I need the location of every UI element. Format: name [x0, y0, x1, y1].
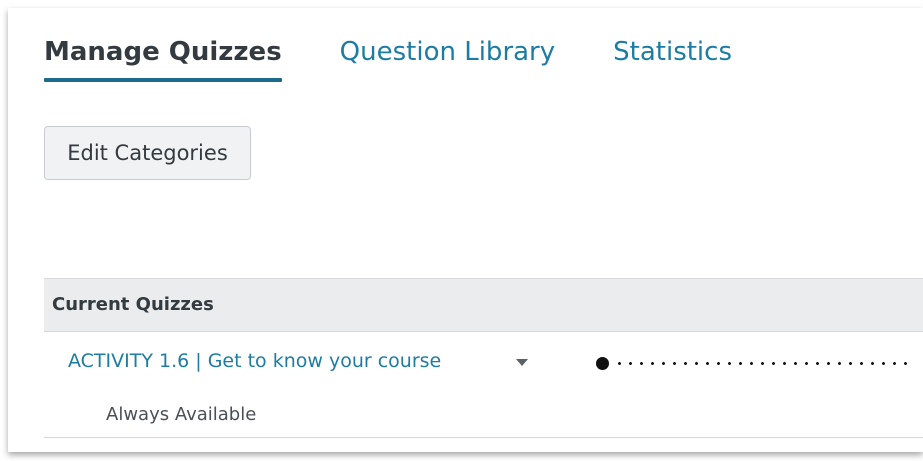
current-quizzes-header: Current Quizzes — [44, 278, 923, 332]
quiz-availability: Always Available — [106, 404, 257, 425]
callout-dotted-line — [614, 362, 915, 365]
table-header-label: Current Quizzes — [52, 294, 214, 315]
tab-statistics[interactable]: Statistics — [613, 30, 732, 82]
quizzes-panel: Manage Quizzes Question Library Statisti… — [8, 8, 923, 452]
tab-label: Question Library — [339, 37, 556, 67]
table-row: ACTIVITY 1.6 | Get to know your course A… — [44, 332, 923, 438]
quiz-title-link[interactable]: ACTIVITY 1.6 | Get to know your course — [68, 350, 441, 372]
chevron-down-icon[interactable] — [516, 359, 528, 366]
edit-categories-button[interactable]: Edit Categories — [44, 126, 251, 180]
tab-bar: Manage Quizzes Question Library Statisti… — [44, 30, 790, 82]
tab-manage-quizzes[interactable]: Manage Quizzes — [44, 30, 282, 82]
tab-question-library[interactable]: Question Library — [340, 30, 555, 82]
tab-label: Statistics — [613, 37, 732, 67]
tab-label: Manage Quizzes — [44, 37, 282, 67]
active-tab-indicator — [44, 78, 282, 82]
callout-dot — [596, 357, 609, 370]
